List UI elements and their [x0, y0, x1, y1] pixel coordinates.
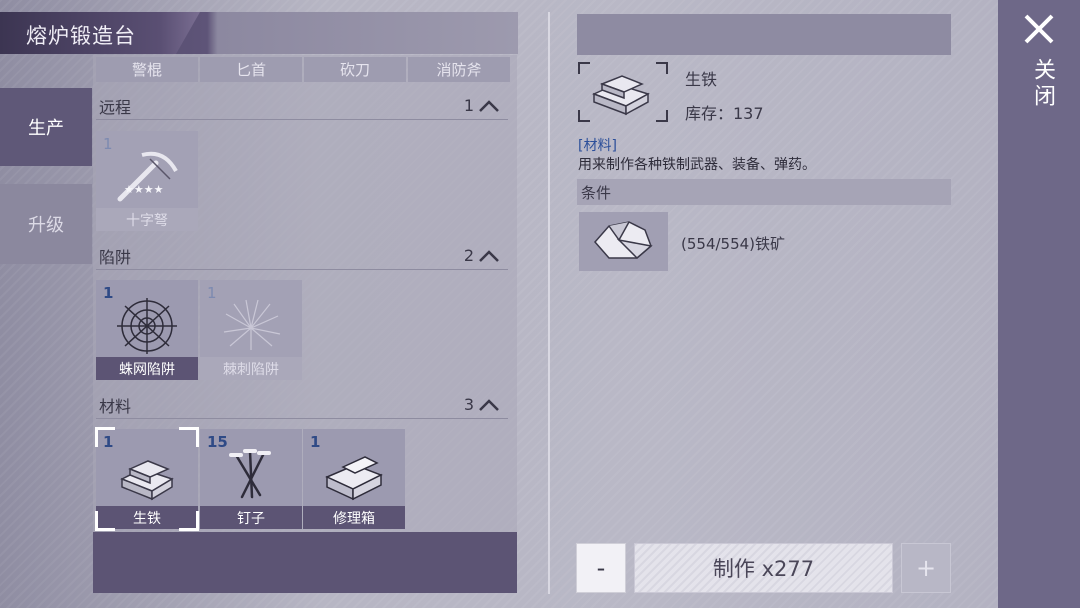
section-count: 3 [463, 395, 474, 414]
selection-corner [179, 427, 199, 447]
section-count: 2 [463, 246, 474, 265]
item-label: 修理箱 [303, 506, 405, 529]
category-tab-machete[interactable]: 砍刀 [304, 57, 406, 82]
conditions-header: 条件 [577, 179, 951, 205]
section-name: 陷阱 [99, 247, 132, 267]
item-pig-iron[interactable]: 1 生铁 [95, 427, 199, 531]
craft-button[interactable]: 制作 x277 [634, 543, 893, 593]
decrease-button[interactable]: - [576, 543, 626, 593]
item-label: 钉子 [200, 506, 302, 529]
chevron-up-icon[interactable] [478, 398, 500, 412]
section-count: 1 [463, 96, 474, 115]
detail-stock: 库存：137 [685, 104, 764, 123]
item-label: 蛛网陷阱 [96, 357, 198, 380]
item-repair-kit[interactable]: 1 修理箱 [303, 429, 405, 529]
item-spike-trap[interactable]: 1 棘刺陷阱 [200, 280, 302, 380]
category-tabs: 警棍 匕首 砍刀 消防斧 [96, 57, 510, 82]
item-spiderweb-trap[interactable]: 1 蛛网陷阱 [96, 280, 198, 380]
crossbow-icon: ★★★★ [117, 151, 178, 202]
nails-icon [229, 449, 271, 499]
item-crossbow[interactable]: 1 ★★★★ 十字弩 [96, 131, 198, 231]
section-name: 远程 [99, 97, 132, 117]
section-header-ranged[interactable]: 远程 1 [96, 92, 508, 120]
tab-upgrade[interactable]: 升级 [0, 184, 92, 264]
category-tab-baton[interactable]: 警棍 [96, 57, 198, 82]
category-tab-fire-axe[interactable]: 消防斧 [408, 57, 510, 82]
pig-iron-icon [120, 460, 174, 501]
detail-header-bar [577, 14, 951, 55]
item-label: 棘刺陷阱 [200, 357, 302, 380]
item-label: 十字弩 [96, 208, 198, 231]
section-name: 材料 [99, 396, 132, 416]
tab-produce[interactable]: 生产 [0, 88, 92, 166]
detail-type-tag: [材料] [578, 138, 617, 154]
item-nails[interactable]: 15 钉子 [200, 429, 302, 529]
selection-corner [179, 511, 199, 531]
close-icon[interactable] [1022, 12, 1056, 46]
chevron-up-icon[interactable] [478, 249, 500, 263]
svg-text:★★★★: ★★★★ [124, 183, 164, 196]
iron-ore-icon [594, 221, 653, 260]
section-header-materials[interactable]: 材料 3 [96, 391, 508, 419]
list-footer [93, 532, 517, 593]
detail-description: 用来制作各种铁制武器、装备、弹药。 [578, 157, 816, 173]
condition-item-iron-ore[interactable] [579, 212, 668, 271]
divider [548, 12, 550, 594]
repair-kit-icon [325, 456, 383, 501]
condition-text: (554/554)铁矿 [681, 235, 786, 253]
close-button[interactable]: 关闭 [1026, 58, 1058, 110]
spiderweb-trap-icon [117, 298, 177, 354]
page-title: 熔炉锻造台 [26, 24, 136, 48]
corner-bracket-frame [578, 62, 668, 122]
section-header-traps[interactable]: 陷阱 2 [96, 242, 508, 270]
chevron-up-icon[interactable] [478, 99, 500, 113]
selection-corner [95, 511, 115, 531]
selection-corner [95, 427, 115, 447]
detail-item-icon-frame [578, 62, 668, 122]
spike-trap-icon [223, 299, 281, 350]
detail-item-name: 生铁 [685, 70, 718, 89]
increase-button[interactable]: + [901, 543, 951, 593]
category-tab-dagger[interactable]: 匕首 [200, 57, 302, 82]
